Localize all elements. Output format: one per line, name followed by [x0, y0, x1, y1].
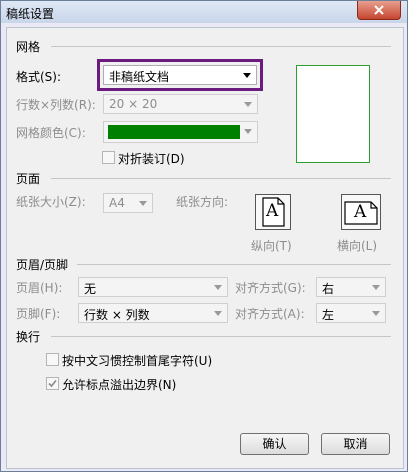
- paper-size-label: 纸张大小(Z):: [16, 195, 86, 209]
- line-break-option-1-checkbox[interactable]: [46, 353, 59, 366]
- paper-size-value: A4: [109, 196, 125, 210]
- header-value: 无: [84, 282, 97, 296]
- grid-color-label: 网格颜色(C):: [16, 126, 86, 140]
- chevron-down-icon: [243, 73, 251, 78]
- section-line-break-title: 换行: [16, 330, 41, 344]
- landscape-label: 横向(L): [337, 239, 378, 253]
- window-title: 稿纸设置: [6, 7, 55, 21]
- close-button[interactable]: [357, 1, 401, 20]
- header-label: 页眉(H):: [16, 281, 63, 295]
- line-break-option-2-label: 允许标点溢出边界(N): [62, 378, 177, 392]
- grid-preview: [296, 65, 370, 163]
- chevron-down-icon: [139, 201, 147, 206]
- chevron-down-icon: [244, 129, 252, 134]
- portrait-button[interactable]: A: [255, 194, 291, 230]
- fold-checkbox[interactable]: [102, 151, 115, 164]
- paper-size-select[interactable]: A4: [103, 193, 153, 213]
- rows-cols-select[interactable]: 20 × 20: [103, 94, 258, 114]
- format-select-value: 非稿纸文档: [109, 70, 170, 84]
- format-select[interactable]: 非稿纸文档: [103, 65, 257, 85]
- section-divider: [51, 46, 391, 47]
- close-icon: [374, 5, 384, 15]
- grid-color-select[interactable]: [103, 121, 258, 143]
- section-divider: [51, 336, 391, 337]
- header-select[interactable]: 无: [78, 277, 228, 297]
- title-bar[interactable]: 稿纸设置: [1, 1, 407, 23]
- line-break-option-1-label: 按中文习惯控制首尾字符(U): [62, 354, 213, 368]
- footer-label: 页脚(F):: [16, 307, 61, 321]
- dialog-window: 稿纸设置 网格 格式(S): 非稿纸文档 行数×列数(R): 20 × 20 网…: [0, 0, 408, 472]
- cancel-button[interactable]: 取消: [321, 433, 390, 455]
- section-header-footer-title: 页眉/页脚: [16, 258, 69, 272]
- chevron-down-icon: [244, 102, 252, 107]
- portrait-label: 纵向(T): [251, 239, 292, 253]
- footer-align-select[interactable]: 左: [316, 303, 386, 323]
- header-align-select[interactable]: 右: [316, 277, 386, 297]
- landscape-icon-letter: A: [354, 202, 367, 222]
- checkmark-icon: [48, 379, 57, 388]
- section-divider: [51, 178, 391, 179]
- grid-color-swatch: [108, 125, 240, 139]
- footer-align-value: 左: [322, 308, 335, 322]
- format-label: 格式(S):: [16, 70, 62, 84]
- orientation-label: 纸张方向:: [176, 195, 229, 209]
- section-page-title: 页面: [16, 172, 41, 186]
- chevron-down-icon: [372, 311, 380, 316]
- rows-cols-label: 行数×列数(R):: [16, 98, 96, 112]
- portrait-icon-letter: A: [266, 201, 279, 221]
- chevron-down-icon: [214, 311, 222, 316]
- fold-checkbox-label: 对折装订(D): [118, 152, 185, 166]
- landscape-button[interactable]: A: [341, 194, 381, 230]
- footer-value: 行数 × 列数: [84, 308, 150, 322]
- dialog-body: 网格 格式(S): 非稿纸文档 行数×列数(R): 20 × 20 网格颜色(C…: [6, 27, 404, 469]
- ok-button[interactable]: 确认: [240, 433, 309, 455]
- footer-select[interactable]: 行数 × 列数: [78, 303, 228, 323]
- chevron-down-icon: [372, 285, 380, 290]
- chevron-down-icon: [214, 285, 222, 290]
- header-align-label: 对齐方式(G):: [235, 281, 306, 295]
- section-divider: [77, 264, 391, 265]
- header-align-value: 右: [322, 282, 335, 296]
- footer-align-label: 对齐方式(A):: [235, 307, 305, 321]
- line-break-option-2-checkbox[interactable]: [46, 377, 59, 390]
- rows-cols-value: 20 × 20: [109, 97, 158, 111]
- section-grid-title: 网格: [16, 40, 41, 54]
